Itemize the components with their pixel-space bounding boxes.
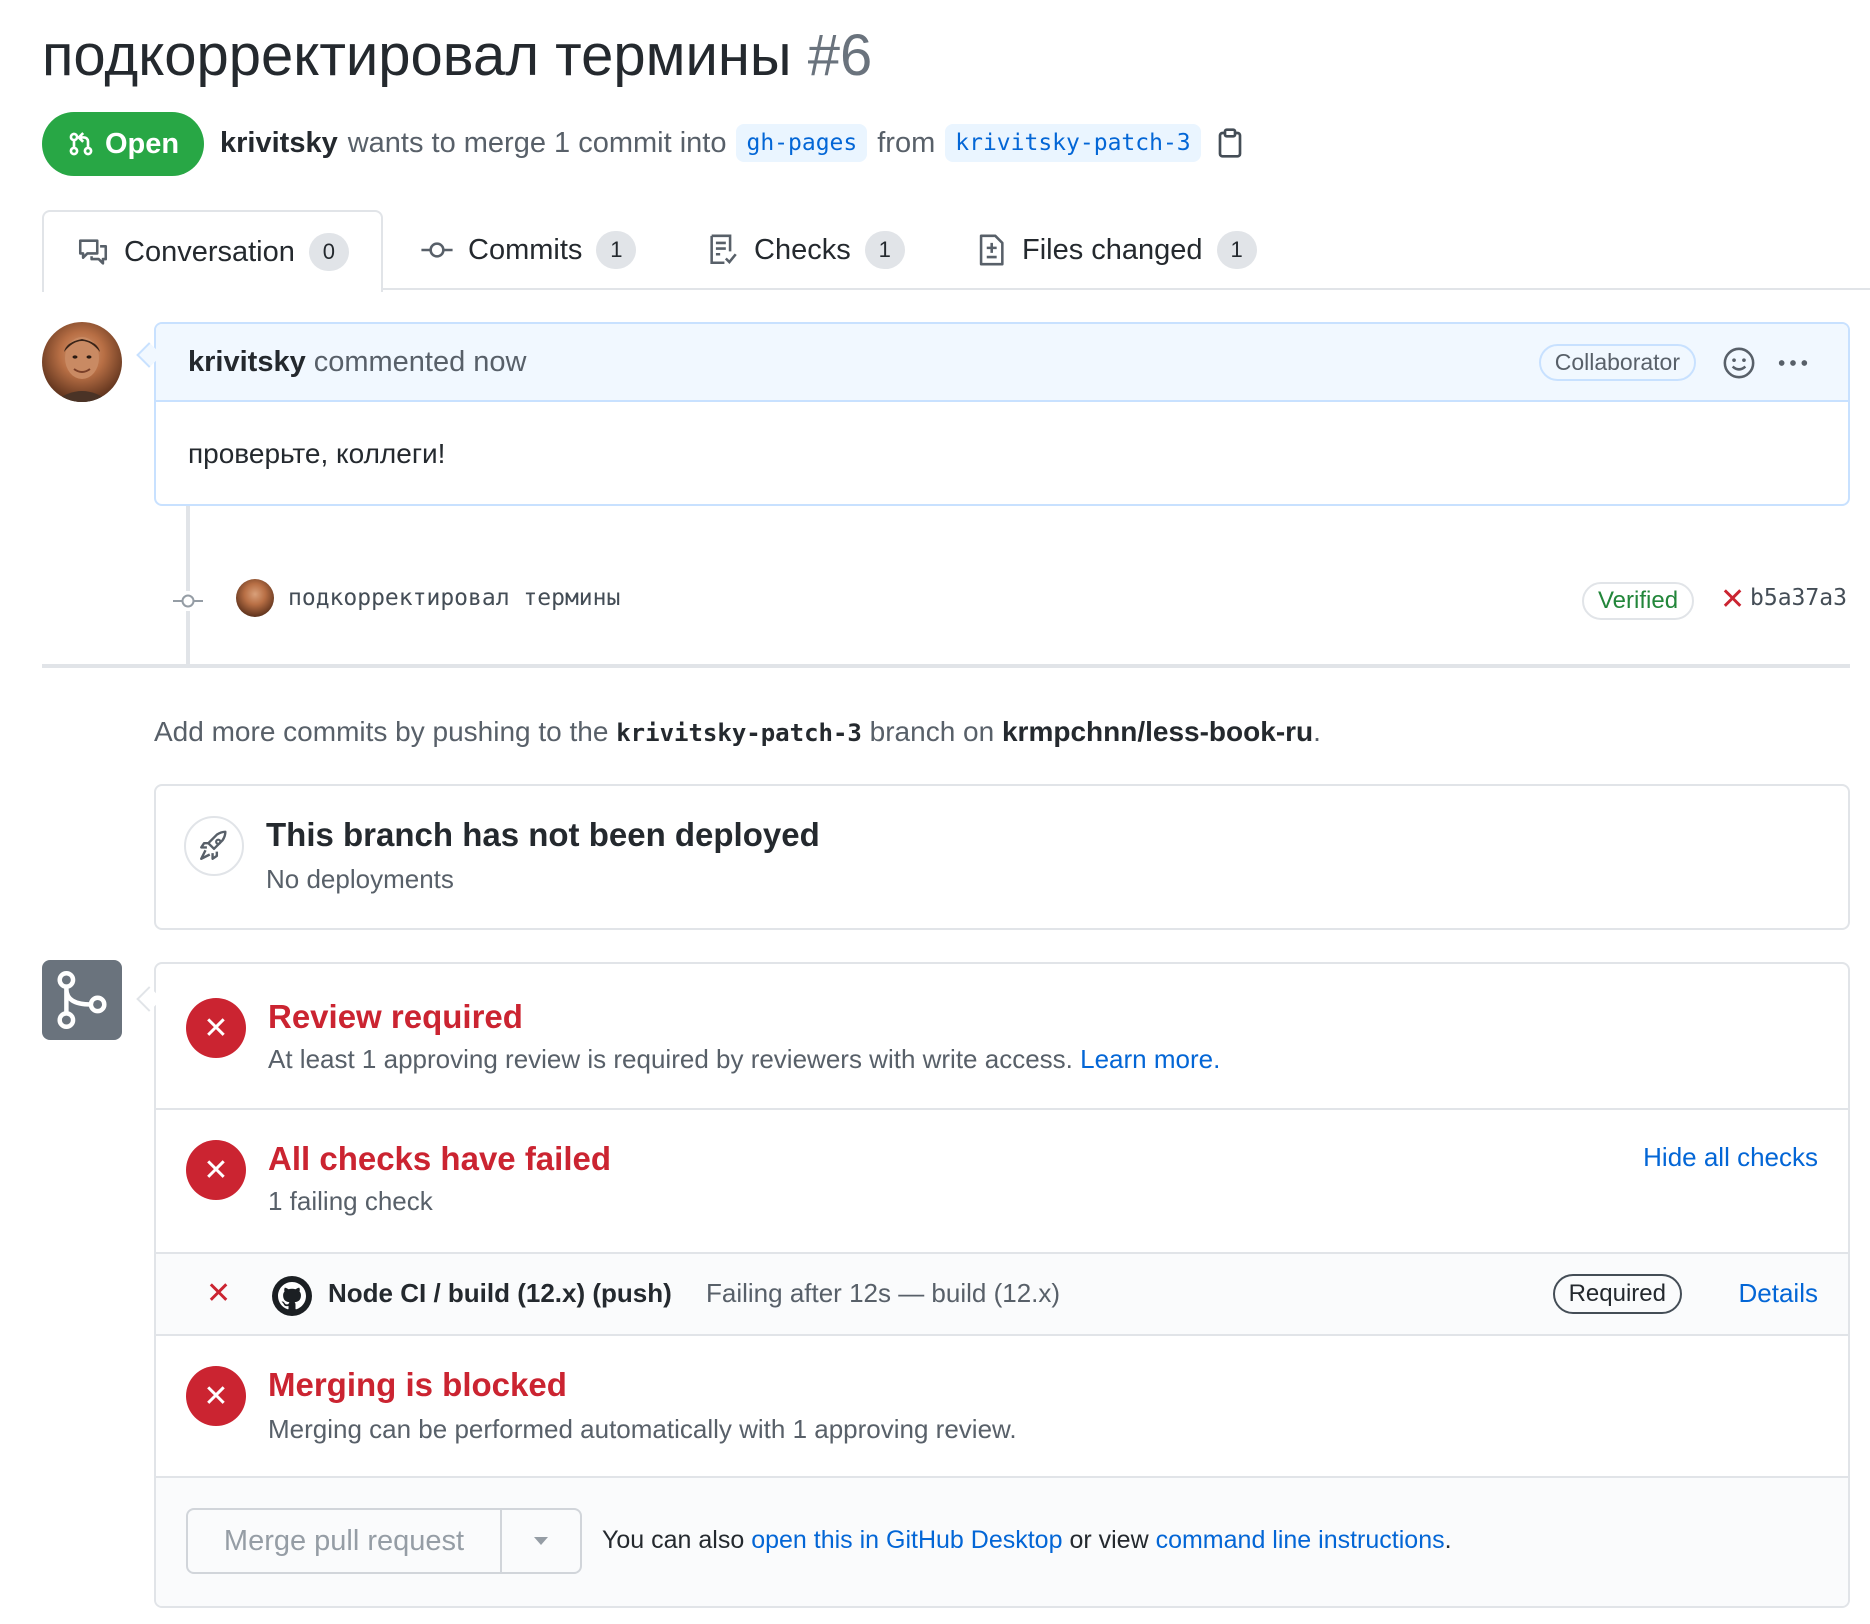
checklist-icon	[710, 234, 737, 265]
head-branch[interactable]: krivitsky-patch-3	[945, 124, 1201, 162]
tab-count: 1	[864, 231, 905, 269]
review-text: At least 1 approving review is required …	[268, 1044, 1220, 1075]
timeline-line	[186, 506, 190, 664]
blocked-title: Merging is blocked	[268, 1366, 567, 1403]
repo-link[interactable]: krmpchnn/less-book-ru	[1002, 716, 1313, 747]
author-link[interactable]: krivitsky	[220, 127, 338, 160]
push-note-branch: krivitsky-patch-3	[616, 719, 862, 747]
comment-author[interactable]: krivitsky	[188, 346, 306, 379]
review-required-section: ✕ Review required At least 1 approving r…	[156, 964, 1848, 1108]
deployment-subtitle: No deployments	[266, 864, 454, 894]
collaborator-badge: Collaborator	[1538, 344, 1696, 381]
merge-text: wants to merge 1 commit into	[347, 126, 727, 159]
merge-status-box: ✕ Review required At least 1 approving r…	[154, 962, 1850, 1608]
timeline-divider	[42, 664, 1850, 668]
checks-title: All checks have failed	[268, 1140, 612, 1177]
check-run-name: Node CI / build (12.x) (push)	[328, 1278, 672, 1308]
page-title: подкорректировал термины #6	[42, 22, 872, 89]
push-note-suffix: .	[1313, 716, 1321, 747]
pr-number: #6	[807, 23, 873, 88]
learn-more-link[interactable]: Learn more.	[1080, 1044, 1220, 1074]
footer-text-1: You can also	[602, 1526, 745, 1554]
commit-author-avatar[interactable]	[236, 579, 274, 617]
checks-text: 1 failing check	[268, 1186, 433, 1216]
command-line-instructions-link[interactable]: command line instructions	[1156, 1526, 1445, 1554]
review-text-body: At least 1 approving review is required …	[268, 1044, 1073, 1074]
commit-message[interactable]: подкорректировал термины	[288, 585, 620, 611]
avatar[interactable]	[42, 322, 122, 402]
pr-title-text: подкорректировал термины	[42, 23, 792, 88]
footer-text: You can also open this in GitHub Desktop…	[602, 1526, 1452, 1555]
comment-header: krivitsky commented now Collaborator	[156, 324, 1848, 402]
push-note-prefix: Add more commits by pushing to the	[154, 716, 609, 747]
kebab-horizontal-icon[interactable]	[1776, 346, 1810, 380]
avatar-face-icon	[54, 337, 110, 402]
footer-text-2: or view	[1069, 1526, 1149, 1554]
tab-label: Commits	[468, 233, 583, 266]
hide-all-checks-link[interactable]: Hide all checks	[1643, 1142, 1818, 1173]
check-details-link[interactable]: Details	[1739, 1278, 1818, 1309]
file-diff-icon	[979, 234, 1004, 266]
commit-sha[interactable]: b5a37a3	[1750, 585, 1847, 611]
from-text: from	[877, 126, 936, 159]
smiley-icon[interactable]	[1722, 346, 1756, 380]
deployment-title: This branch has not been deployed	[266, 816, 820, 853]
pr-meta: krivitsky wants to merge 1 commit into g…	[220, 124, 1243, 162]
footer-text-3: .	[1444, 1526, 1452, 1554]
deployment-box	[154, 784, 1850, 930]
tab-checks[interactable]: Checks 1	[706, 210, 905, 290]
merge-footer: Merge pull request You can also open thi…	[156, 1476, 1848, 1606]
git-commit-icon	[172, 591, 204, 611]
clipboard-icon[interactable]	[1217, 128, 1243, 158]
comment-box: krivitsky commented now Collaborator про…	[154, 322, 1850, 506]
tab-count: 1	[1216, 231, 1257, 269]
tab-conversation[interactable]: Conversation 0	[42, 210, 383, 292]
triangle-down-icon	[534, 1537, 548, 1545]
tab-count: 1	[596, 231, 637, 269]
x-circle-icon: ✕	[186, 998, 246, 1058]
status-fail-icon[interactable]: ✕	[1720, 584, 1745, 616]
merge-button-group: Merge pull request	[186, 1508, 582, 1574]
tab-label: Files changed	[1022, 233, 1203, 266]
merge-pull-request-button[interactable]: Merge pull request	[188, 1510, 502, 1572]
blocked-text: Merging can be performed automatically w…	[268, 1414, 1017, 1444]
check-run-description: Failing after 12s — build (12.x)	[706, 1278, 1061, 1308]
verified-badge[interactable]: Verified	[1582, 582, 1695, 620]
rocket-icon	[184, 816, 244, 876]
pull-request-icon	[69, 132, 93, 156]
github-logo-icon	[272, 1276, 312, 1316]
tab-label: Conversation	[124, 235, 295, 268]
merge-method-dropdown[interactable]	[502, 1510, 580, 1572]
state-label: Open	[104, 127, 180, 160]
tab-count: 0	[308, 233, 349, 271]
comment-discussion-icon	[78, 239, 108, 265]
check-run-row: ✕ Node CI / build (12.x) (push) Failing …	[156, 1252, 1848, 1336]
merging-blocked-section: ✕ Merging is blocked Merging can be perf…	[156, 1336, 1848, 1478]
git-merge-icon	[42, 960, 122, 1040]
x-circle-icon: ✕	[186, 1140, 246, 1200]
required-badge: Required	[1552, 1274, 1682, 1314]
comment-timestamp: commented now	[313, 345, 527, 378]
git-commit-icon	[421, 242, 453, 258]
tab-files-changed[interactable]: Files changed 1	[974, 210, 1257, 290]
tab-commits[interactable]: Commits 1	[420, 210, 637, 290]
x-circle-icon: ✕	[186, 1366, 246, 1426]
tab-label: Checks	[754, 233, 851, 266]
state-badge: Open	[42, 112, 204, 176]
push-note: Add more commits by pushing to the krivi…	[154, 716, 1321, 748]
base-branch[interactable]: gh-pages	[736, 124, 868, 162]
check-fail-icon: ✕	[206, 1277, 232, 1310]
review-title: Review required	[268, 998, 523, 1035]
github-desktop-link[interactable]: open this in GitHub Desktop	[751, 1526, 1062, 1554]
checks-section: ✕ All checks have failed 1 failing check…	[156, 1110, 1848, 1252]
comment-body: проверьте, коллеги!	[188, 438, 446, 469]
push-note-middle: branch on	[869, 716, 995, 747]
